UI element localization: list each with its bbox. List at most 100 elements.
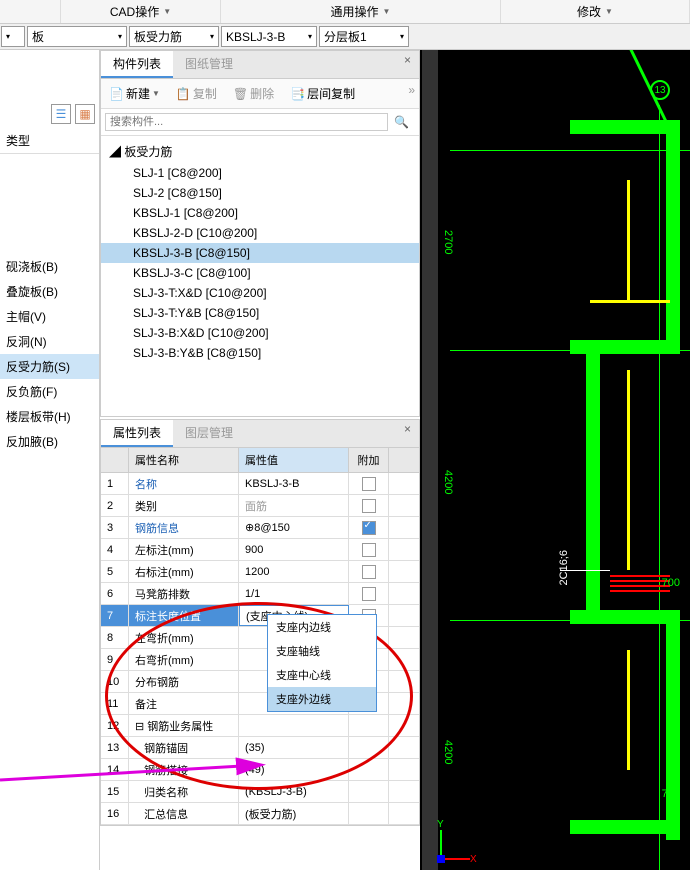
prop-value[interactable]: (板受力筋) <box>239 803 349 824</box>
prop-value[interactable]: ⊕8@150 <box>239 517 349 538</box>
sidebar-item[interactable]: 楼层板带(H) <box>0 404 99 429</box>
sidebar-item[interactable]: 反负筋(F) <box>0 379 99 404</box>
prop-extra[interactable] <box>349 715 389 736</box>
tree-parent[interactable]: ◢ 板受力筋 <box>101 140 419 163</box>
dropdown-icon: ▼ <box>605 7 613 16</box>
new-icon: 📄 <box>109 87 124 101</box>
menu-general[interactable]: 通用操作▼ <box>221 0 501 23</box>
property-row[interactable]: 4左标注(mm)900 <box>101 539 419 561</box>
close-icon[interactable]: × <box>396 420 419 447</box>
checkbox[interactable] <box>362 477 376 491</box>
prop-name: 名称 <box>129 473 239 494</box>
prop-value[interactable] <box>239 715 349 736</box>
tab-property-list[interactable]: 属性列表 <box>101 420 173 447</box>
prop-name: ⊟ 钢筋业务属性 <box>129 715 239 736</box>
search-icon[interactable]: 🔍 <box>388 115 415 129</box>
cad-rebar <box>610 590 670 592</box>
prop-value[interactable]: (49) <box>239 759 349 780</box>
prop-extra[interactable] <box>349 583 389 604</box>
prop-value[interactable]: 900 <box>239 539 349 560</box>
selector-component-value: KBSLJ-3-B <box>226 30 285 44</box>
tree-item[interactable]: SLJ-2 [C8@150] <box>101 183 419 203</box>
prop-extra[interactable] <box>349 473 389 494</box>
selector-0[interactable]: ▾ <box>1 26 25 47</box>
property-row[interactable]: 2类别面筋 <box>101 495 419 517</box>
tree-item[interactable]: KBSLJ-3-B [C8@150] <box>101 243 419 263</box>
sidebar-item[interactable]: 主帽(V) <box>0 304 99 329</box>
property-row[interactable]: 16 汇总信息(板受力筋) <box>101 803 419 825</box>
dropdown-option[interactable]: 支座内边线 <box>268 615 376 639</box>
layer-copy-icon: 📑 <box>290 87 305 101</box>
property-row[interactable]: 3钢筋信息⊕8@150 <box>101 517 419 539</box>
checkbox[interactable] <box>362 565 376 579</box>
property-row[interactable]: 6马凳筋排数1/1 <box>101 583 419 605</box>
prop-extra[interactable] <box>349 517 389 538</box>
search-input[interactable] <box>105 113 388 131</box>
prop-value[interactable]: (35) <box>239 737 349 758</box>
delete-button[interactable]: 🗑删除 <box>229 83 278 104</box>
sidebar-item[interactable]: 砚浇板(B) <box>0 254 99 279</box>
tree-item[interactable]: SLJ-3-T:X&D [C10@200] <box>101 283 419 303</box>
sidebar-item[interactable]: 叠旋板(B) <box>0 279 99 304</box>
tree-item[interactable]: SLJ-1 [C8@200] <box>101 163 419 183</box>
prop-name: 左标注(mm) <box>129 539 239 560</box>
property-row[interactable]: 15 归类名称(KBSLJ-3-B) <box>101 781 419 803</box>
tree-item[interactable]: KBSLJ-3-C [C8@100] <box>101 263 419 283</box>
close-icon[interactable]: × <box>396 51 419 78</box>
layer-copy-button[interactable]: 📑层间复制 <box>286 83 359 104</box>
prop-value[interactable]: 面筋 <box>239 495 349 516</box>
tab-drawing-mgmt[interactable]: 图纸管理 <box>173 51 245 78</box>
prop-value[interactable]: KBSLJ-3-B <box>239 473 349 494</box>
prop-name: 类别 <box>129 495 239 516</box>
property-row[interactable]: 13 钢筋锚固(35) <box>101 737 419 759</box>
property-row[interactable]: 1名称KBSLJ-3-B <box>101 473 419 495</box>
prop-extra[interactable] <box>349 495 389 516</box>
tree-item[interactable]: KBSLJ-2-D [C10@200] <box>101 223 419 243</box>
grid-view-icon[interactable]: ▦ <box>75 104 95 124</box>
property-row[interactable]: 5右标注(mm)1200 <box>101 561 419 583</box>
checkbox[interactable] <box>362 587 376 601</box>
more-icon[interactable]: » <box>408 83 415 104</box>
prop-num: 3 <box>101 517 129 538</box>
selector-component[interactable]: KBSLJ-3-B▾ <box>221 26 317 47</box>
menu-cad[interactable]: CAD操作▼ <box>61 0 221 23</box>
selector-category[interactable]: 板▾ <box>27 26 127 47</box>
checkbox[interactable] <box>362 543 376 557</box>
menu-sep[interactable] <box>0 0 61 23</box>
checkbox[interactable] <box>362 499 376 513</box>
property-row[interactable]: 12⊟ 钢筋业务属性 <box>101 715 419 737</box>
checkbox[interactable] <box>362 521 376 535</box>
prop-extra[interactable] <box>349 561 389 582</box>
sidebar-item[interactable]: 反洞(N) <box>0 329 99 354</box>
dropdown-option[interactable]: 支座轴线 <box>268 639 376 663</box>
prop-extra[interactable] <box>349 781 389 802</box>
tree-item[interactable]: KBSLJ-1 [C8@200] <box>101 203 419 223</box>
prop-extra[interactable] <box>349 737 389 758</box>
new-button[interactable]: 📄新建▼ <box>105 83 164 104</box>
prop-value[interactable]: 1200 <box>239 561 349 582</box>
copy-button[interactable]: 📋复制 <box>172 83 221 104</box>
sidebar-item[interactable]: 反受力筋(S) <box>0 354 99 379</box>
dropdown-option[interactable]: 支座中心线 <box>268 663 376 687</box>
cad-viewport[interactable]: 13 2700 4200 4200 700 700 2C16;6 <box>420 50 690 870</box>
selector-category-value: 板 <box>32 28 44 45</box>
selector-type[interactable]: 板受力筋▾ <box>129 26 219 47</box>
dropdown-option[interactable]: 支座外边线 <box>268 687 376 711</box>
tree-item[interactable]: SLJ-3-B:Y&B [C8@150] <box>101 343 419 363</box>
tree-item[interactable]: SLJ-3-B:X&D [C10@200] <box>101 323 419 343</box>
list-view-icon[interactable]: ☰ <box>51 104 71 124</box>
property-row[interactable]: 14 钢筋搭接(49) <box>101 759 419 781</box>
prop-value[interactable]: 1/1 <box>239 583 349 604</box>
prop-extra[interactable] <box>349 803 389 824</box>
prop-header-value[interactable]: 属性值 <box>239 448 349 472</box>
tab-layer-mgmt[interactable]: 图层管理 <box>173 420 245 447</box>
prop-name: 汇总信息 <box>129 803 239 824</box>
prop-extra[interactable] <box>349 759 389 780</box>
prop-value[interactable]: (KBSLJ-3-B) <box>239 781 349 802</box>
selector-layer[interactable]: 分层板1▾ <box>319 26 409 47</box>
prop-extra[interactable] <box>349 539 389 560</box>
tab-component-list[interactable]: 构件列表 <box>101 51 173 78</box>
tree-item[interactable]: SLJ-3-T:Y&B [C8@150] <box>101 303 419 323</box>
menu-modify[interactable]: 修改▼ <box>501 0 690 23</box>
sidebar-item[interactable]: 反加腋(B) <box>0 429 99 454</box>
